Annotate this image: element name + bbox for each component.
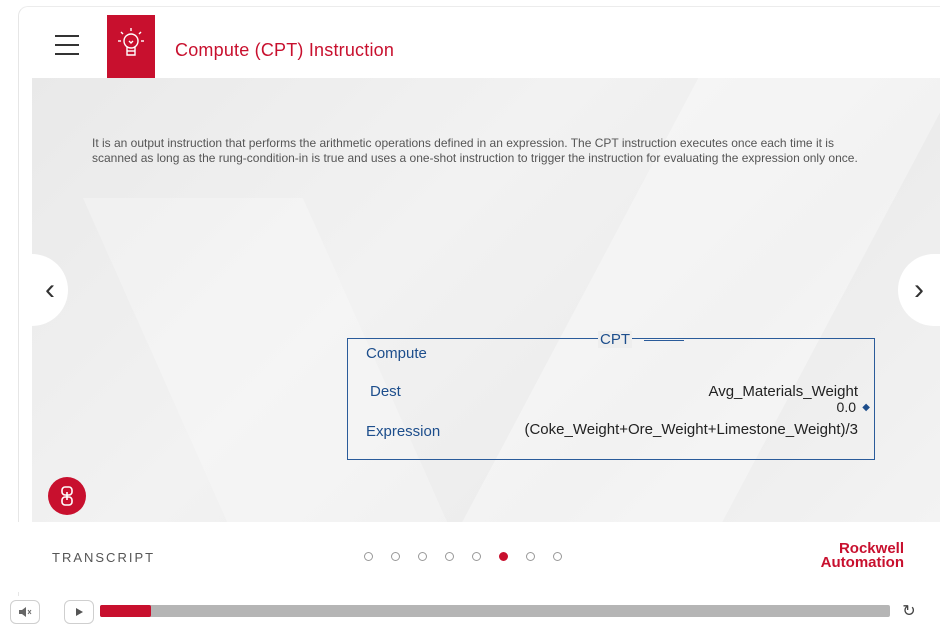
replay-button[interactable]: ↻ bbox=[896, 600, 922, 622]
pagination-dot-7[interactable] bbox=[526, 552, 535, 561]
intro-paragraph: It is an output instruction that perform… bbox=[92, 136, 858, 165]
menu-button[interactable] bbox=[55, 35, 79, 55]
value-arrow-icon: ◆ bbox=[862, 402, 870, 413]
pagination-dot-5[interactable] bbox=[472, 552, 481, 561]
hamburger-line bbox=[55, 44, 79, 46]
progress-track[interactable] bbox=[100, 605, 890, 617]
volume-button[interactable] bbox=[10, 600, 40, 624]
slide-pagination bbox=[364, 552, 562, 561]
chevron-left-icon: ‹ bbox=[45, 273, 55, 306]
pagination-dot-3[interactable] bbox=[418, 552, 427, 561]
page-title: Compute (CPT) Instruction bbox=[175, 40, 395, 60]
cpt-header: CPT bbox=[598, 331, 684, 348]
pagination-dot-6[interactable] bbox=[499, 552, 508, 561]
progress-fill bbox=[100, 605, 152, 617]
expression-value: (Coke_Weight+Ore_Weight+Limestone_Weight… bbox=[524, 421, 858, 438]
chevron-right-icon: › bbox=[914, 273, 924, 306]
pagination-dot-8[interactable] bbox=[553, 552, 562, 561]
media-player: ↻ bbox=[0, 596, 940, 640]
header: Compute (CPT) Instruction bbox=[19, 7, 940, 79]
brand-logo: Rockwell Automation bbox=[798, 541, 904, 571]
link-icon bbox=[61, 486, 73, 506]
hamburger-icon bbox=[55, 35, 79, 37]
expression-label: Expression bbox=[366, 423, 441, 440]
brand-line-2: Automation bbox=[820, 554, 904, 571]
lightbulb-icon bbox=[118, 28, 144, 56]
compute-label: Compute bbox=[366, 345, 427, 362]
cpt-instruction-block: CPT Compute Dest Avg_Materials_Weight 0.… bbox=[347, 331, 875, 460]
pagination-dot-1[interactable] bbox=[364, 552, 373, 561]
replay-icon: ↻ bbox=[902, 603, 916, 620]
transcript-button[interactable]: TRANSCRIPT bbox=[52, 550, 155, 565]
dest-value: 0.0 bbox=[836, 399, 856, 415]
hamburger-line bbox=[55, 53, 79, 55]
dest-label: Dest bbox=[370, 383, 401, 400]
play-icon bbox=[76, 608, 83, 616]
pagination-dot-2[interactable] bbox=[391, 552, 400, 561]
volume-icon bbox=[19, 607, 32, 617]
lesson-logo bbox=[107, 15, 155, 79]
glossary-button[interactable] bbox=[48, 477, 86, 515]
dest-tag: Avg_Materials_Weight bbox=[708, 383, 858, 400]
pagination-dot-4[interactable] bbox=[445, 552, 454, 561]
play-button[interactable] bbox=[64, 600, 94, 624]
footer-bar: TRANSCRIPT Rockwell Automation bbox=[18, 522, 940, 592]
